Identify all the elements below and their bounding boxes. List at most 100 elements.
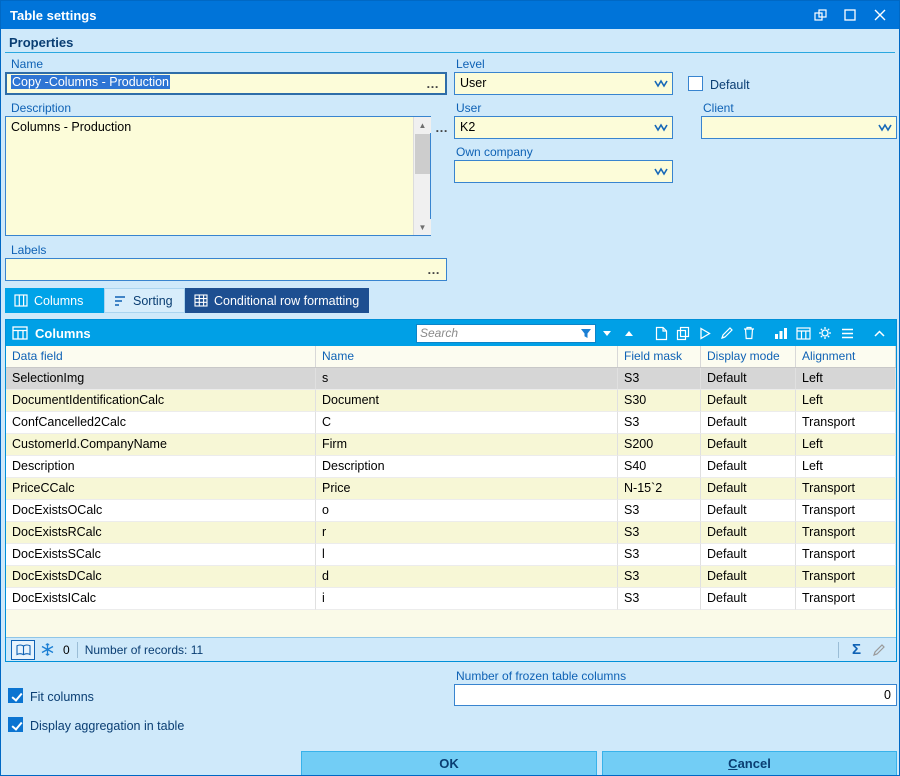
table-row[interactable]: DocumentIdentificationCalc Document S30 … [6, 390, 896, 412]
description-browse-button[interactable]: … [435, 120, 448, 135]
table-row[interactable]: DocExistsRCalc r S3 Default Transport [6, 522, 896, 544]
header-display-mode[interactable]: Display mode [701, 346, 796, 367]
header-name[interactable]: Name [316, 346, 618, 367]
name-input[interactable]: Copy -Columns - Production … [5, 72, 447, 95]
tab-conditional-row-formatting[interactable]: Conditional row formatting [185, 288, 369, 313]
description-scrollbar[interactable]: ▲ ▼ [413, 117, 430, 235]
name-browse-button[interactable]: … [426, 76, 440, 92]
cell-field-mask: S3 [618, 588, 701, 610]
up-arrow-icon[interactable] [618, 323, 640, 343]
cell-display-mode: Default [701, 434, 796, 456]
table-columns-icon[interactable] [792, 323, 814, 343]
scroll-down-icon[interactable]: ▼ [414, 219, 431, 235]
labels-input[interactable]: … [5, 258, 447, 281]
edit-disabled-button[interactable] [867, 640, 891, 660]
cell-display-mode: Default [701, 566, 796, 588]
card-view-toggle[interactable] [11, 640, 35, 660]
frozen-columns-input[interactable] [454, 684, 897, 706]
table-row[interactable]: Description Description S40 Default Left [6, 456, 896, 478]
scroll-up-icon[interactable]: ▲ [414, 117, 431, 133]
cell-field-mask: S3 [618, 544, 701, 566]
cell-name: r [316, 522, 618, 544]
statusbar-separator [838, 642, 839, 658]
run-icon[interactable] [694, 323, 716, 343]
settings-gear-icon[interactable] [814, 323, 836, 343]
window-title: Table settings [1, 8, 96, 23]
name-value-selected: Copy -Columns - Production [11, 75, 170, 89]
snowflake-icon [41, 643, 54, 656]
description-textarea[interactable]: Columns - Production ▲ ▼ [5, 116, 431, 236]
table-row[interactable]: ConfCancelled2Calc C S3 Default Transpor… [6, 412, 896, 434]
tab-sorting-label: Sorting [133, 294, 173, 308]
table-row[interactable]: DocExistsDCalc d S3 Default Transport [6, 566, 896, 588]
fit-columns-label: Fit columns [30, 690, 94, 704]
cell-field-mask: N-15`2 [618, 478, 701, 500]
table-row[interactable]: DocExistsSCalc l S3 Default Transport [6, 544, 896, 566]
labels-browse-button[interactable]: … [427, 262, 441, 278]
header-data-field[interactable]: Data field [6, 346, 316, 367]
tab-sorting[interactable]: Sorting [104, 288, 185, 313]
header-alignment[interactable]: Alignment [796, 346, 896, 367]
close-icon[interactable] [873, 8, 887, 22]
frozen-rows-button[interactable] [35, 640, 59, 660]
filter-icon[interactable] [580, 328, 592, 339]
cell-data-field: DocExistsRCalc [6, 522, 316, 544]
cell-alignment: Left [796, 368, 896, 390]
chevron-down-icon[interactable] [652, 76, 670, 91]
cell-name: s [316, 368, 618, 390]
columns-panel-header: Columns [6, 320, 896, 346]
table-row[interactable]: SelectionImg s S3 Default Left [6, 368, 896, 390]
cell-name: d [316, 566, 618, 588]
search-input[interactable] [420, 326, 580, 340]
table-row[interactable]: DocExistsOCalc o S3 Default Transport [6, 500, 896, 522]
chevron-down-icon[interactable] [652, 120, 670, 135]
display-aggregation-checkbox[interactable] [8, 717, 23, 732]
cancel-button[interactable]: Cancel [602, 751, 897, 776]
chevron-down-icon[interactable] [876, 120, 894, 135]
cell-alignment: Transport [796, 500, 896, 522]
chevron-down-icon[interactable] [652, 164, 670, 179]
cell-alignment: Left [796, 390, 896, 412]
table-settings-dialog: Table settings Properties Name Copy -Col… [0, 0, 900, 776]
dropdown-arrow-icon[interactable] [596, 323, 618, 343]
scrollbar-thumb[interactable] [415, 134, 430, 174]
default-checkbox-label: Default [710, 78, 750, 92]
new-item-icon[interactable] [650, 323, 672, 343]
default-checkbox[interactable] [688, 76, 703, 91]
table-row[interactable]: DocExistsICalc i S3 Default Transport [6, 588, 896, 610]
own-company-dropdown[interactable] [454, 160, 673, 183]
cell-field-mask: S3 [618, 522, 701, 544]
fit-columns-checkbox[interactable] [8, 688, 23, 703]
copy-icon[interactable] [672, 323, 694, 343]
tab-columns[interactable]: Columns [5, 288, 104, 313]
cell-name: Document [316, 390, 618, 412]
client-dropdown[interactable] [701, 116, 897, 139]
maximize-icon[interactable] [843, 8, 857, 22]
window-controls [813, 8, 899, 22]
cell-display-mode: Default [701, 500, 796, 522]
menu-icon[interactable] [836, 323, 858, 343]
chart-icon[interactable] [770, 323, 792, 343]
table-row[interactable]: PriceCCalc Price N-15`2 Default Transpor… [6, 478, 896, 500]
table-row[interactable]: CustomerId.CompanyName Firm S200 Default… [6, 434, 896, 456]
delete-icon[interactable] [738, 323, 760, 343]
level-dropdown[interactable]: User [454, 72, 673, 95]
cell-field-mask: S40 [618, 456, 701, 478]
records-count-text: Number of records: 11 [85, 643, 204, 657]
properties-section-title: Properties [9, 35, 73, 50]
collapse-panel-icon[interactable] [868, 323, 890, 343]
book-icon [16, 644, 31, 656]
table-icon [12, 326, 28, 340]
dock-window-icon[interactable] [813, 8, 827, 22]
header-field-mask[interactable]: Field mask [618, 346, 701, 367]
own-company-label: Own company [456, 145, 533, 159]
edit-icon[interactable] [716, 323, 738, 343]
cell-display-mode: Default [701, 478, 796, 500]
aggregation-sigma-button[interactable]: Σ [846, 641, 867, 658]
user-dropdown[interactable]: K2 [454, 116, 673, 139]
ok-button[interactable]: OK [301, 751, 597, 776]
cell-alignment: Transport [796, 522, 896, 544]
cell-data-field: DocExistsOCalc [6, 500, 316, 522]
description-label: Description [11, 101, 71, 115]
display-aggregation-label: Display aggregation in table [30, 719, 184, 733]
